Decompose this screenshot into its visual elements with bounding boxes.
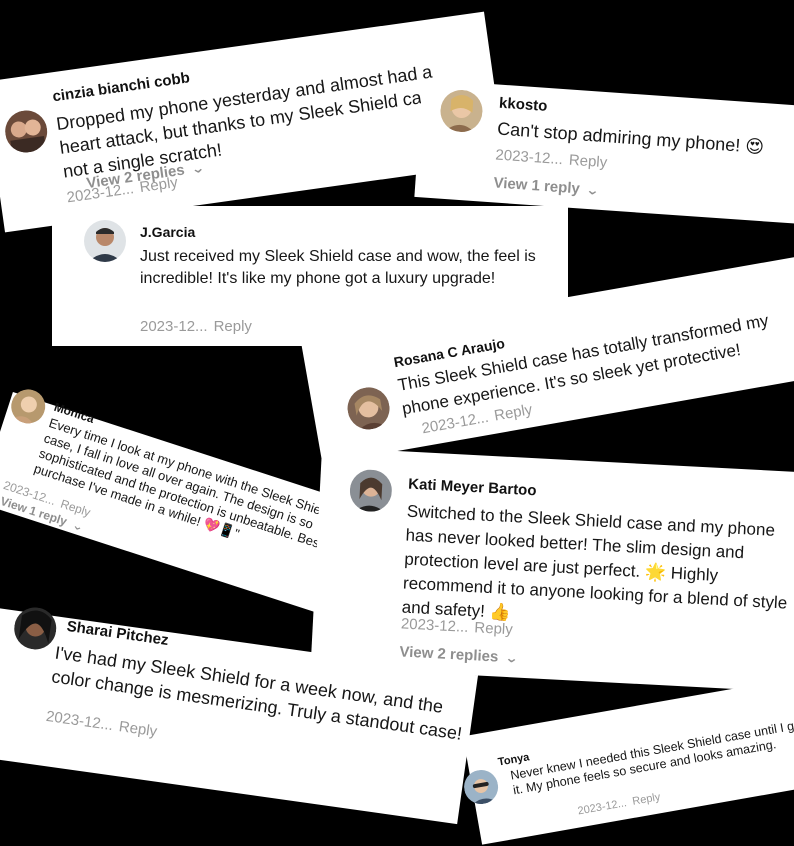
chevron-down-icon: ⌄: [70, 520, 85, 535]
comment-date: 2023-12...: [576, 797, 628, 818]
comment-text: Dropped my phone yesterday and almost ha…: [55, 61, 447, 182]
avatar[interactable]: [348, 468, 393, 513]
comment-date: 2023-12...: [140, 318, 208, 335]
avatar[interactable]: [439, 88, 484, 134]
comment-username[interactable]: Kati Meyer Bartoo: [408, 476, 537, 500]
chevron-down-icon: ⌄: [585, 181, 601, 198]
reply-button[interactable]: Reply: [118, 718, 158, 740]
reply-button[interactable]: Reply: [631, 791, 661, 808]
chevron-down-icon: ⌄: [189, 159, 206, 177]
view-replies-label: View 2 replies: [399, 643, 499, 666]
comment-card: Kati Meyer Bartoo Switched to the Sleek …: [310, 447, 794, 693]
comment-date: 2023-12...: [400, 615, 469, 636]
chevron-down-icon: ⌄: [504, 649, 519, 666]
comment-card: Tonya Never knew I needed this Sleek Shi…: [461, 677, 794, 845]
reply-button[interactable]: Reply: [214, 318, 252, 335]
reply-button[interactable]: Reply: [474, 619, 513, 638]
avatar[interactable]: [344, 384, 393, 433]
avatar[interactable]: [2, 107, 50, 156]
comment-text: Just received my Sleek Shield case and w…: [140, 248, 536, 287]
comment-meta: 2023-12...Reply: [495, 146, 608, 171]
comment-meta: 2023-12... Reply: [140, 318, 252, 335]
comment-text: Every time I look at my phone with the S…: [32, 415, 333, 552]
avatar[interactable]: [84, 220, 126, 262]
view-replies-button[interactable]: View 2 replies ⌄: [399, 643, 519, 666]
comment-meta: 2023-12...Reply: [45, 708, 158, 740]
comment-username[interactable]: J.Garcia: [140, 224, 195, 240]
comment-date: 2023-12...: [44, 707, 115, 735]
comment-card: Monica Every time I look at my phone wit…: [0, 384, 363, 617]
comment-username[interactable]: kkosto: [499, 95, 548, 115]
avatar[interactable]: [461, 767, 501, 807]
comment-text: This Sleek Shield case has totally trans…: [396, 310, 771, 419]
comment-date: 2023-12...: [494, 146, 564, 169]
comment-text: Never knew I needed this Sleek Shield ca…: [509, 717, 794, 798]
avatar[interactable]: [6, 384, 50, 428]
reply-button[interactable]: Reply: [568, 152, 607, 172]
comment-meta: 2023-12...Reply: [577, 791, 661, 817]
view-replies-label: View 1 reply: [492, 174, 581, 198]
comment-card: kkosto Can't stop admiring my phone! 😍 2…: [414, 79, 794, 225]
view-replies-button[interactable]: View 1 reply ⌄: [492, 174, 601, 198]
avatar[interactable]: [11, 604, 59, 653]
